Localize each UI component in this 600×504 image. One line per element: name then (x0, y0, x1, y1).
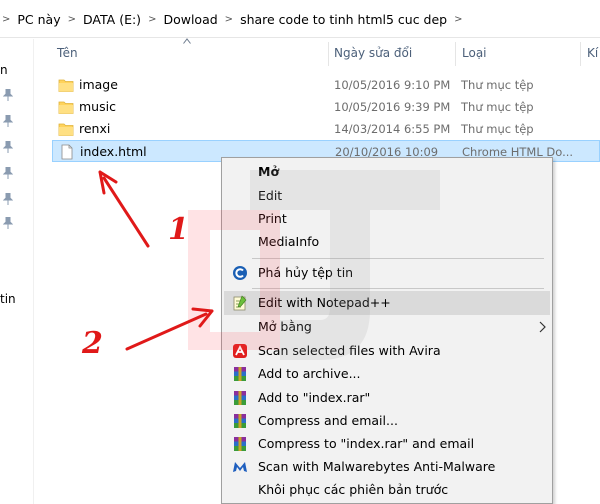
breadcrumb-chevron-icon[interactable]: > (225, 14, 233, 25)
file-name: music (79, 99, 116, 114)
menu-item-add-archive[interactable]: Add to archive... (224, 362, 550, 386)
avira-icon (233, 344, 247, 358)
pin-icon[interactable] (3, 115, 13, 127)
ccleaner-icon (233, 266, 247, 280)
html-file-icon (61, 144, 73, 160)
breadcrumb-dowload[interactable]: Dowload (163, 12, 217, 27)
arrow-to-index-html (98, 170, 150, 248)
menu-item-shred-file[interactable]: Phá hủy tệp tin (224, 261, 550, 285)
menu-item-label: Scan with Malwarebytes Anti-Malware (258, 459, 496, 474)
context-menu[interactable]: Mở Edit Print MediaInfo Phá hủy tệp tin … (221, 157, 553, 504)
menu-item-label: Edit with Notepad++ (258, 295, 391, 310)
file-type: Thư mục tệp (461, 78, 534, 92)
column-header-label: Loại (462, 46, 487, 60)
file-date: 14/03/2014 6:55 PM (334, 122, 451, 136)
file-row-music[interactable]: music 10/05/2016 9:39 PM Thư mục tệp (52, 96, 600, 118)
file-row-image[interactable]: image 10/05/2016 9:10 PM Thư mục tệp (52, 74, 600, 96)
file-date: 10/05/2016 9:39 PM (334, 100, 451, 114)
navigation-pane[interactable]: n tin (0, 39, 34, 504)
breadcrumb-chevron-icon[interactable]: > (148, 14, 156, 25)
file-type: Thư mục tệp (461, 122, 534, 136)
menu-item-label: Add to archive... (258, 366, 361, 381)
breadcrumb-current-folder[interactable]: share code to tinh html5 cuc dep (240, 12, 447, 27)
breadcrumb-pc[interactable]: PC này (17, 12, 60, 27)
menu-item-label: Edit (258, 188, 283, 203)
menu-item-label: Mở bằng (258, 319, 312, 334)
breadcrumb-drive[interactable]: DATA (E:) (83, 12, 141, 27)
file-name: renxi (79, 121, 111, 136)
winrar-icon (234, 367, 246, 381)
folder-icon (58, 79, 74, 92)
notepad-plus-icon (233, 295, 247, 311)
column-header-name[interactable]: Tên (57, 40, 327, 66)
column-divider[interactable] (580, 42, 581, 66)
file-date: 10/05/2016 9:10 PM (334, 78, 451, 92)
folder-icon (58, 123, 74, 136)
nav-item-label[interactable]: n (0, 63, 8, 77)
menu-item-edit[interactable]: Edit (224, 184, 550, 208)
menu-item-label: Compress to "index.rar" and email (258, 436, 475, 451)
file-row-renxi[interactable]: renxi 14/03/2014 6:55 PM Thư mục tệp (52, 118, 600, 140)
menu-item-label: MediaInfo (258, 234, 320, 249)
winrar-icon (234, 391, 246, 405)
column-divider[interactable] (328, 42, 329, 66)
menu-item-label: Khôi phục các phiên bản trước (258, 482, 449, 497)
column-divider[interactable] (455, 42, 456, 66)
annotation-step-2: 2 (82, 326, 103, 361)
menu-item-label: Phá hủy tệp tin (258, 265, 354, 280)
pin-icon[interactable] (3, 167, 13, 179)
menu-item-label: Mở (258, 164, 280, 179)
menu-separator (252, 258, 544, 259)
breadcrumb-chevron-icon[interactable]: > (2, 14, 10, 25)
file-type: Thư mục tệp (461, 100, 534, 114)
menu-item-label: Scan selected files with Avira (258, 343, 441, 358)
menu-item-open-with[interactable]: Mở bằng (224, 315, 550, 339)
menu-item-edit-notepadpp[interactable]: Edit with Notepad++ (224, 291, 550, 315)
malwarebytes-icon (233, 462, 247, 472)
breadcrumb-chevron-icon[interactable]: > (454, 14, 462, 25)
menu-item-mediainfo[interactable]: MediaInfo (224, 230, 550, 254)
pin-icon[interactable] (3, 141, 13, 153)
file-name: index.html (80, 144, 147, 159)
column-header-label: Kí (587, 46, 599, 60)
column-header-size[interactable]: Kí (587, 40, 600, 66)
column-header-date[interactable]: Ngày sửa đổi (334, 40, 454, 66)
menu-item-label: Add to "index.rar" (258, 390, 371, 405)
menu-item-label: Print (258, 211, 287, 226)
column-header-label: Tên (57, 46, 78, 60)
column-header-label: Ngày sửa đổi (334, 46, 413, 60)
menu-item-print[interactable]: Print (224, 207, 550, 231)
winrar-icon (234, 414, 246, 428)
menu-item-restore-versions[interactable]: Khôi phục các phiên bản trước (224, 478, 550, 502)
menu-item-add-index-rar[interactable]: Add to "index.rar" (224, 386, 550, 410)
column-header-type[interactable]: Loại (462, 40, 577, 66)
menu-separator (252, 288, 544, 289)
menu-item-scan-malwarebytes[interactable]: Scan with Malwarebytes Anti-Malware (224, 455, 550, 479)
arrow-to-notepad-item (125, 307, 214, 351)
menu-item-scan-avira[interactable]: Scan selected files with Avira (224, 339, 550, 363)
menu-item-label: Compress and email... (258, 413, 398, 428)
winrar-icon (234, 437, 246, 451)
folder-icon (58, 101, 74, 114)
nav-item-label[interactable]: tin (0, 292, 16, 306)
pin-icon[interactable] (3, 89, 13, 101)
submenu-arrow-icon (539, 321, 546, 333)
breadcrumb: > PC này > DATA (E:) > Dowload > share c… (0, 7, 600, 31)
menu-item-compress-email[interactable]: Compress and email... (224, 409, 550, 433)
menu-item-compress-rar-email[interactable]: Compress to "index.rar" and email (224, 432, 550, 456)
menu-item-open[interactable]: Mở (224, 160, 550, 184)
pin-icon[interactable] (3, 217, 13, 229)
file-name: image (79, 77, 118, 92)
breadcrumb-chevron-icon[interactable]: > (68, 14, 76, 25)
annotation-step-1: 1 (168, 212, 189, 247)
address-bar[interactable]: > PC này > DATA (E:) > Dowload > share c… (0, 0, 600, 38)
pin-icon[interactable] (3, 193, 13, 205)
